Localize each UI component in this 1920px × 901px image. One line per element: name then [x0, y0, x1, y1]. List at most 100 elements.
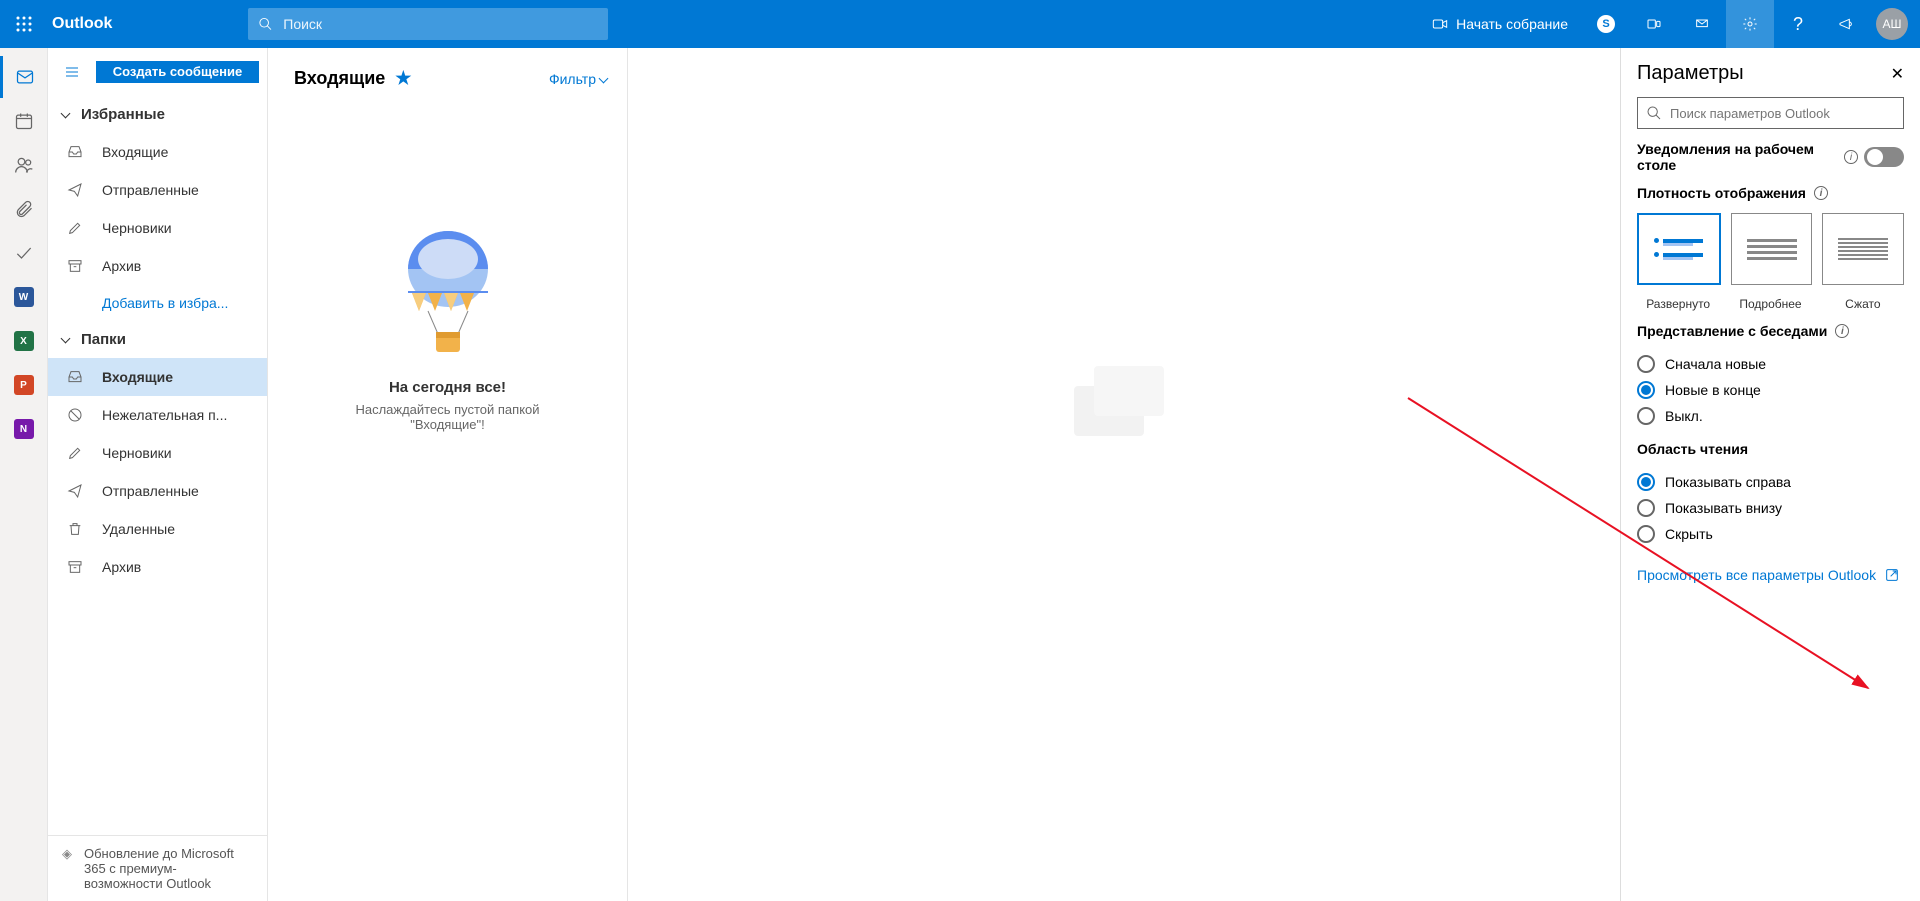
account-avatar[interactable]: АШ — [1876, 8, 1908, 40]
nav-item-label: Черновики — [102, 445, 172, 461]
nav-item[interactable]: Черновики — [48, 209, 267, 247]
rail-calendar[interactable] — [0, 100, 48, 142]
bell-icon — [1694, 16, 1710, 32]
nav-item[interactable]: Входящие — [48, 358, 267, 396]
empty-subtitle: Наслаждайтесь пустой папкой "Входящие"! — [338, 402, 558, 432]
app-launcher-button[interactable] — [0, 0, 48, 48]
app-rail: W X P N — [0, 48, 48, 901]
rail-mail[interactable] — [0, 56, 48, 98]
nav-item-label: Отправленные — [102, 483, 199, 499]
conversations-option[interactable]: Новые в конце — [1637, 377, 1904, 403]
teams-button[interactable] — [1630, 0, 1678, 48]
upgrade-banner[interactable]: ◈ Обновление до Microsoft 365 с премиум-… — [48, 835, 267, 901]
nav-item-label: Удаленные — [102, 521, 175, 537]
reading-pane-option[interactable]: Показывать справа — [1637, 469, 1904, 495]
empty-state: На сегодня все! Наслаждайтесь пустой пап… — [268, 99, 627, 901]
search-box[interactable] — [248, 8, 608, 40]
waffle-icon — [16, 16, 32, 32]
nav-item-label: Входящие — [102, 369, 173, 385]
skype-button[interactable]: S — [1582, 0, 1630, 48]
nav-item-label: Отправленные — [102, 182, 199, 198]
radio-icon — [1637, 355, 1655, 373]
rail-people[interactable] — [0, 144, 48, 186]
density-option-label: Подробнее — [1729, 297, 1811, 311]
teams-icon — [1646, 16, 1662, 32]
radio-label: Показывать внизу — [1665, 500, 1782, 516]
radio-icon — [1637, 525, 1655, 543]
draft-icon — [66, 444, 84, 462]
radio-icon — [1637, 407, 1655, 425]
folder-title: Входящие — [294, 68, 385, 89]
rail-todo[interactable] — [0, 232, 48, 274]
help-button[interactable]: ? — [1774, 0, 1822, 48]
hamburger-button[interactable] — [56, 56, 88, 88]
video-icon — [1432, 16, 1448, 32]
conversations-option[interactable]: Выкл. — [1637, 403, 1904, 429]
nav-item[interactable]: Отправленные — [48, 171, 267, 209]
notifications-button[interactable] — [1678, 0, 1726, 48]
onenote-icon: N — [14, 419, 34, 439]
info-icon[interactable]: i — [1844, 150, 1858, 164]
conversations-option[interactable]: Сначала новые — [1637, 351, 1904, 377]
rail-powerpoint[interactable]: P — [0, 364, 48, 406]
nav-item[interactable]: Архив — [48, 247, 267, 285]
feedback-button[interactable] — [1822, 0, 1870, 48]
nav-item[interactable]: Нежелательная п... — [48, 396, 267, 434]
favorites-header[interactable]: Избранные — [48, 96, 267, 133]
search-input[interactable] — [283, 16, 598, 32]
density-option[interactable] — [1637, 213, 1721, 285]
settings-search-input[interactable] — [1670, 106, 1895, 121]
settings-search[interactable] — [1637, 97, 1904, 129]
calendar-icon — [14, 111, 34, 131]
density-option-label: Сжато — [1822, 297, 1904, 311]
reading-pane-title: Область чтения — [1637, 441, 1748, 457]
notifications-toggle[interactable] — [1864, 147, 1904, 167]
inbox-icon — [66, 368, 84, 386]
search-icon — [258, 16, 273, 32]
reading-pane-option[interactable]: Показывать внизу — [1637, 495, 1904, 521]
help-icon: ? — [1793, 14, 1803, 35]
archive-icon — [66, 558, 84, 576]
empty-reading-icon — [1064, 356, 1184, 456]
reading-pane — [628, 48, 1620, 901]
nav-item[interactable]: Удаленные — [48, 510, 267, 548]
attachment-icon — [14, 199, 34, 219]
settings-button[interactable] — [1726, 0, 1774, 48]
brand-label: Outlook — [48, 15, 128, 33]
density-option-label: Развернуто — [1637, 297, 1719, 311]
info-icon[interactable]: i — [1835, 324, 1849, 338]
nav-item[interactable]: Отправленные — [48, 472, 267, 510]
settings-flyout: Параметры ✕ Уведомления на рабочем столе… — [1620, 48, 1920, 901]
message-list-pane: Входящие ★ Фильтр На сегодня все! — [268, 48, 628, 901]
skype-icon: S — [1597, 15, 1615, 33]
hamburger-icon — [64, 64, 80, 80]
close-button[interactable]: ✕ — [1891, 64, 1904, 84]
rail-excel[interactable]: X — [0, 320, 48, 362]
nav-item-label: Архив — [102, 559, 141, 575]
info-icon[interactable]: i — [1814, 186, 1828, 200]
start-meeting-button[interactable]: Начать собрание — [1418, 0, 1582, 48]
add-favorite-link[interactable]: Добавить в избра... — [48, 285, 267, 321]
rail-files[interactable] — [0, 188, 48, 230]
nav-item-label: Входящие — [102, 144, 168, 160]
nav-item[interactable]: Архив — [48, 548, 267, 586]
balloon-illustration — [398, 229, 498, 359]
favorites-header-label: Избранные — [81, 106, 165, 123]
nav-item[interactable]: Входящие — [48, 133, 267, 171]
favorite-star-icon[interactable]: ★ — [395, 68, 411, 89]
density-option[interactable] — [1822, 213, 1904, 285]
conversations-title: Представление с беседами — [1637, 323, 1827, 339]
new-message-button[interactable]: Создать сообщение — [96, 61, 259, 83]
trash-icon — [66, 520, 84, 538]
filter-button[interactable]: Фильтр — [549, 71, 607, 87]
rail-onenote[interactable]: N — [0, 408, 48, 450]
nav-item-label: Нежелательная п... — [102, 407, 227, 423]
nav-item[interactable]: Черновики — [48, 434, 267, 472]
view-all-settings-link[interactable]: Просмотреть все параметры Outlook — [1637, 567, 1904, 583]
reading-pane-option[interactable]: Скрыть — [1637, 521, 1904, 547]
view-all-settings-label: Просмотреть все параметры Outlook — [1637, 567, 1876, 583]
folders-header[interactable]: Папки — [48, 321, 267, 358]
rail-word[interactable]: W — [0, 276, 48, 318]
density-option[interactable] — [1731, 213, 1813, 285]
archive-icon — [66, 257, 84, 275]
